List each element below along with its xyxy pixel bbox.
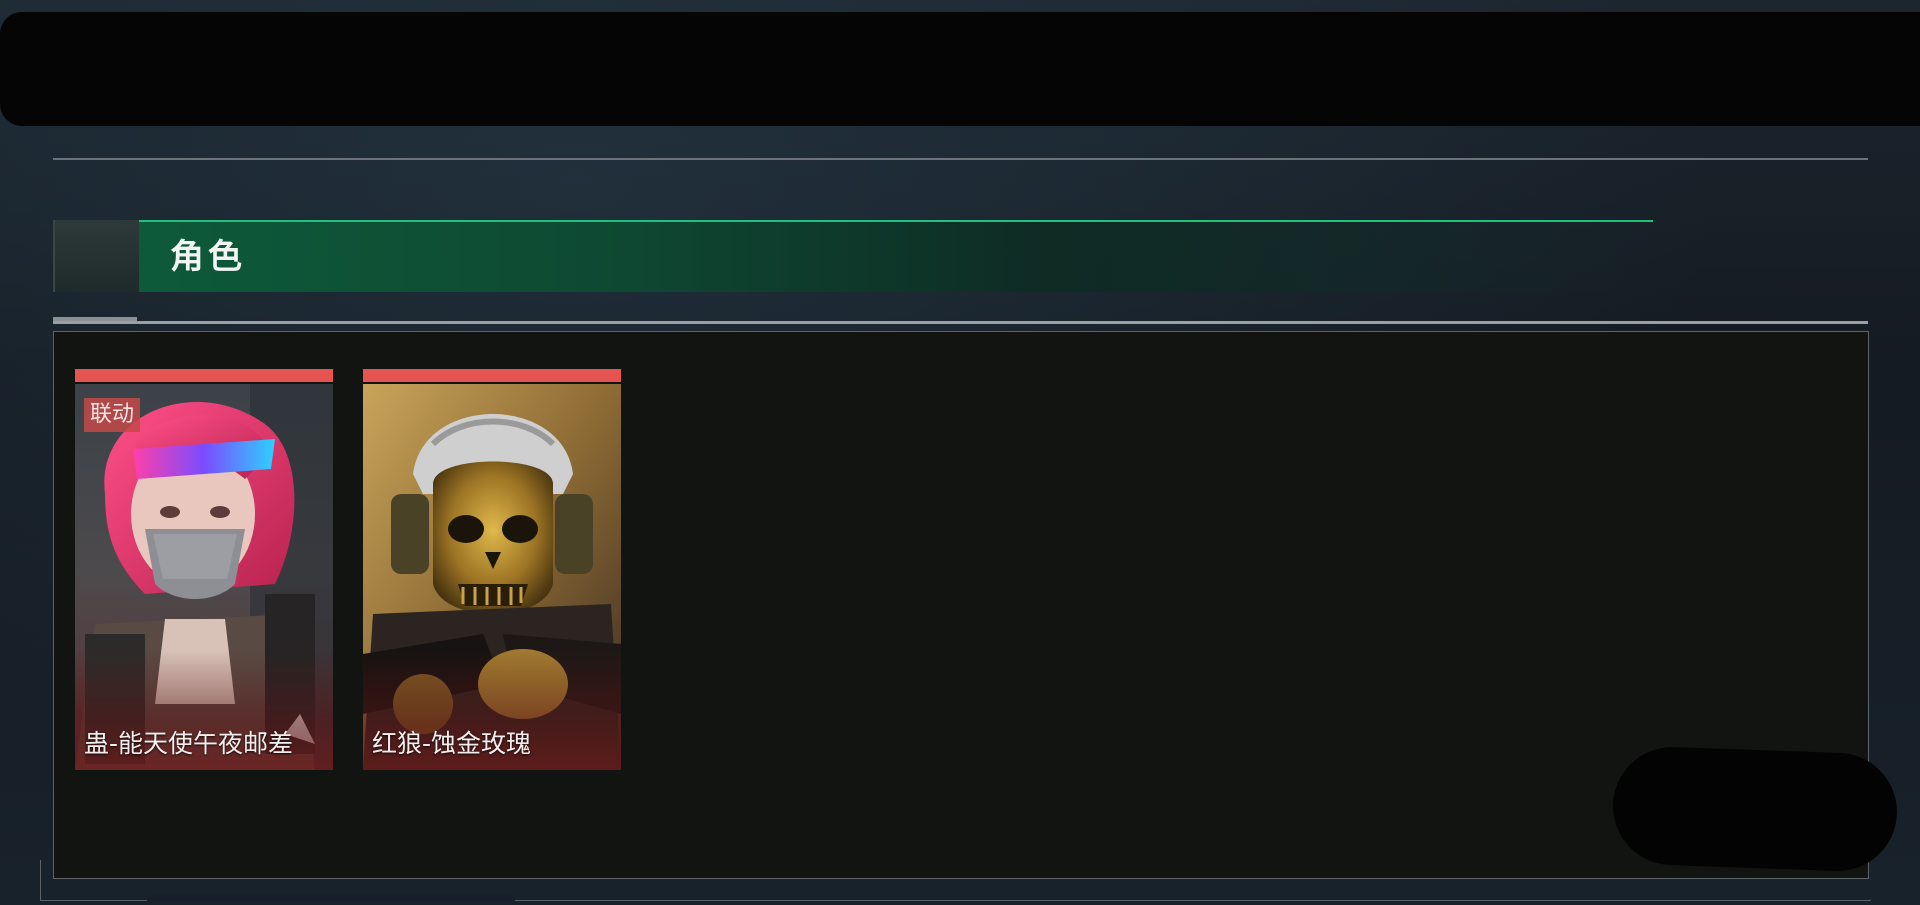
page: 角色 联动 蛊-能天使午夜邮差 红狼-蚀金玫瑰	[0, 0, 1920, 905]
redacted-region-top	[0, 12, 1920, 126]
card-accent-bar	[363, 369, 621, 382]
divider-top	[53, 158, 1868, 160]
character-card[interactable]: 联动 蛊-能天使午夜邮差	[75, 369, 333, 770]
section-header-band	[139, 220, 1653, 292]
character-name: 蛊-能天使午夜邮差	[84, 729, 294, 758]
section-title: 角色	[170, 237, 246, 277]
section-header-stub	[53, 220, 139, 292]
frame-bottom-gap	[147, 895, 515, 901]
collab-badge: 联动	[84, 398, 141, 432]
character-name: 红狼-蚀金玫瑰	[372, 729, 532, 758]
redacted-region-bottom	[1611, 745, 1899, 873]
card-accent-bar	[75, 369, 333, 382]
divider-middle	[53, 321, 1868, 324]
section-header	[53, 220, 1653, 292]
character-card[interactable]: 红狼-蚀金玫瑰	[363, 369, 621, 770]
